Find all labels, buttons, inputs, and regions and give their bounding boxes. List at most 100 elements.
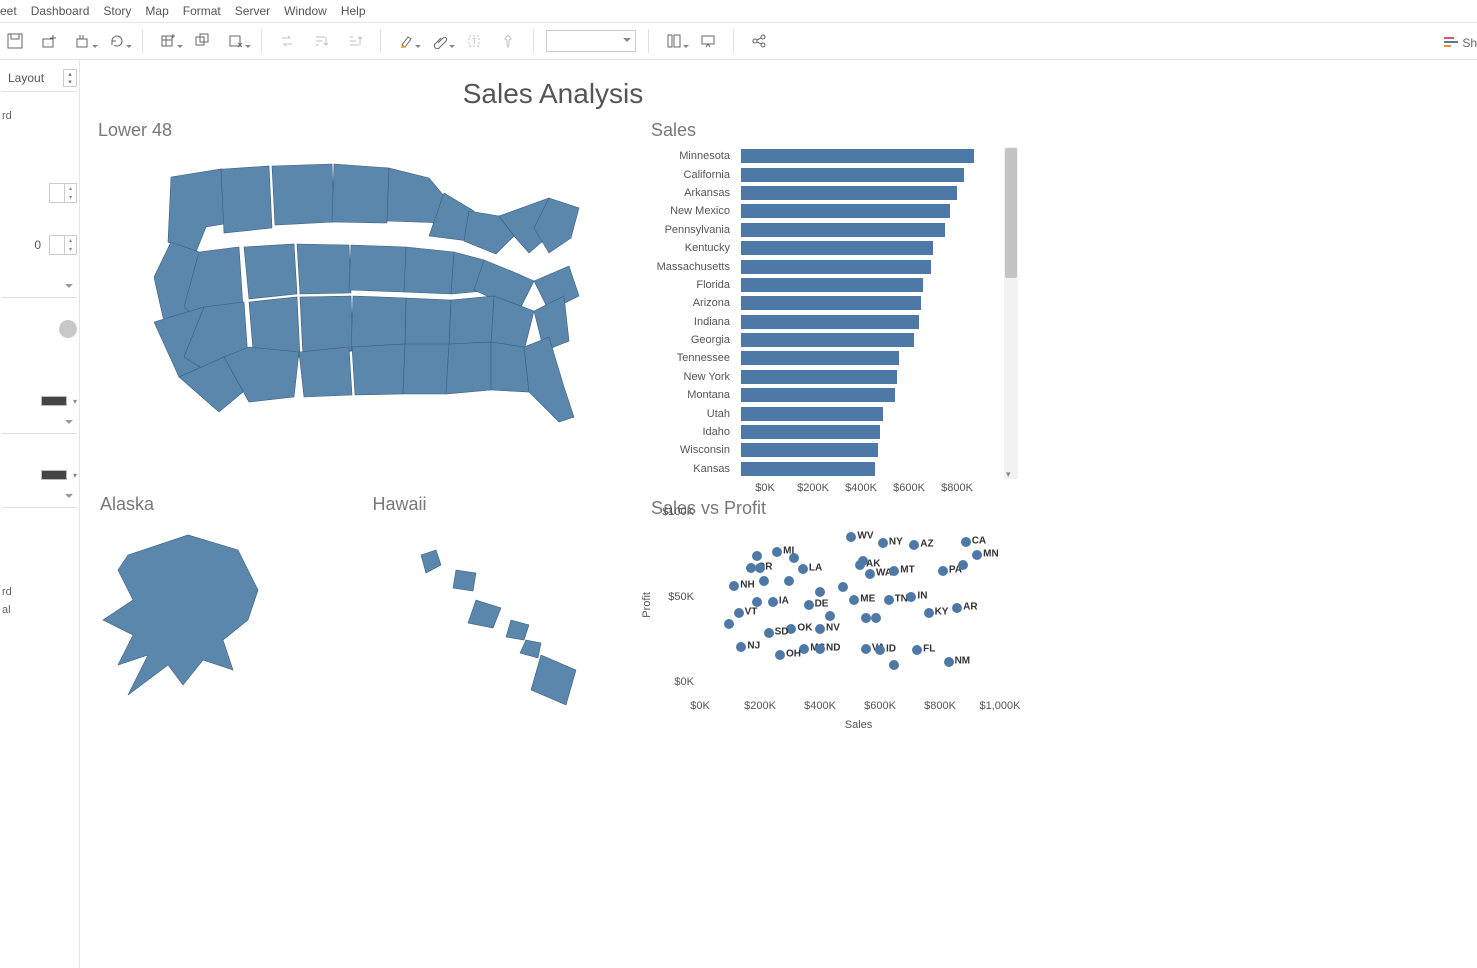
presentation-icon[interactable]: [695, 28, 721, 54]
bar-row[interactable]: Idaho: [741, 423, 1000, 441]
bar[interactable]: [741, 370, 897, 384]
scatter-point[interactable]: [815, 587, 825, 597]
alaska-hawaii-sheet[interactable]: Alaska Hawaii: [88, 494, 633, 754]
new-worksheet-icon[interactable]: [155, 28, 181, 54]
scatter-point[interactable]: [815, 644, 825, 654]
scatter-point[interactable]: [849, 595, 859, 605]
scatter-point[interactable]: [861, 613, 871, 623]
tab-layout[interactable]: Layout: [2, 71, 50, 85]
scatter-point[interactable]: [958, 560, 968, 570]
scatter-point[interactable]: [759, 576, 769, 586]
label-icon[interactable]: T: [461, 28, 487, 54]
highlight-icon[interactable]: [393, 28, 419, 54]
num-input-1[interactable]: ▴▾: [49, 183, 77, 203]
clear-icon[interactable]: [223, 28, 249, 54]
lower48-sheet[interactable]: Lower 48: [88, 116, 633, 494]
sort-asc-icon[interactable]: [308, 28, 334, 54]
bar[interactable]: [741, 462, 875, 476]
new-data-icon[interactable]: [36, 28, 62, 54]
bar-row[interactable]: Wisconsin: [741, 441, 1000, 459]
bar[interactable]: [741, 149, 974, 163]
scatter-point[interactable]: [961, 537, 971, 547]
scatter-point[interactable]: [825, 611, 835, 621]
sales-sheet[interactable]: Sales MinnesotaCaliforniaArkansasNew Mex…: [641, 116, 1018, 494]
bar[interactable]: [741, 388, 895, 402]
bar-row[interactable]: Georgia: [741, 331, 1000, 349]
sort-desc-icon[interactable]: [342, 28, 368, 54]
bar-row[interactable]: New Mexico: [741, 202, 1000, 220]
show-me-button[interactable]: Sh: [1444, 36, 1477, 50]
share-icon[interactable]: [746, 28, 772, 54]
bar-row[interactable]: Minnesota: [741, 147, 1000, 165]
scatter-point[interactable]: [838, 582, 848, 592]
color-swatch[interactable]: [59, 320, 77, 338]
bar-row[interactable]: Florida: [741, 276, 1000, 294]
bar[interactable]: [741, 278, 923, 292]
bar[interactable]: [741, 351, 899, 365]
bar-row[interactable]: Tennessee: [741, 349, 1000, 367]
swap-icon[interactable]: [274, 28, 300, 54]
scatter-point[interactable]: [752, 551, 762, 561]
refresh-icon[interactable]: [104, 28, 130, 54]
bar-row[interactable]: Montana: [741, 386, 1000, 404]
dropdown-1[interactable]: [2, 276, 77, 298]
dropdown-2[interactable]: [2, 412, 77, 434]
menu-map[interactable]: Map: [145, 4, 168, 18]
bar[interactable]: [741, 223, 945, 237]
scatter-point[interactable]: [972, 550, 982, 560]
scatter-point[interactable]: [944, 657, 954, 667]
tab-spinner[interactable]: ▴▾: [63, 69, 77, 87]
bar[interactable]: [741, 333, 914, 347]
scatter-point[interactable]: [912, 645, 922, 655]
bar[interactable]: [741, 204, 950, 218]
scatter-point[interactable]: [804, 600, 814, 610]
menu-dashboard[interactable]: Dashboard: [31, 4, 90, 18]
scatter-point[interactable]: [906, 592, 916, 602]
bar-row[interactable]: Kansas: [741, 460, 1000, 478]
bar[interactable]: [741, 186, 957, 200]
bar[interactable]: [741, 443, 878, 457]
num-input-2[interactable]: ▴▾: [49, 235, 77, 255]
scatter-point[interactable]: [861, 644, 871, 654]
bar-row[interactable]: California: [741, 165, 1000, 183]
menu-window[interactable]: Window: [284, 4, 327, 18]
fit-dropdown[interactable]: [546, 30, 636, 52]
duplicate-icon[interactable]: [189, 28, 215, 54]
scrollbar[interactable]: [1004, 147, 1018, 479]
scatter-point[interactable]: [909, 540, 919, 550]
border-swatch-1[interactable]: [41, 396, 67, 406]
pause-data-icon[interactable]: [70, 28, 96, 54]
scatter-point[interactable]: [889, 660, 899, 670]
scatter-point[interactable]: [736, 642, 746, 652]
bar-row[interactable]: New York: [741, 368, 1000, 386]
scatter-point[interactable]: [875, 645, 885, 655]
scatter-point[interactable]: [724, 619, 734, 629]
bar[interactable]: [741, 260, 931, 274]
dropdown-3[interactable]: [2, 486, 77, 508]
scatter-point[interactable]: [752, 597, 762, 607]
save-icon[interactable]: [2, 28, 28, 54]
scatter-point[interactable]: [755, 563, 765, 573]
bar[interactable]: [741, 168, 964, 182]
scatter-point[interactable]: [775, 650, 785, 660]
menu-server[interactable]: Server: [235, 4, 270, 18]
scatter-point[interactable]: [952, 603, 962, 613]
scatter-sheet[interactable]: Sales vs Profit Profit $0K$50K$100K$0K$2…: [641, 494, 1018, 754]
scatter-point[interactable]: [858, 556, 868, 566]
dashboard-canvas[interactable]: Sales Analysis Lower 48: [80, 60, 1477, 968]
scatter-point[interactable]: [938, 566, 948, 576]
scatter-point[interactable]: [846, 532, 856, 542]
menu-worksheet[interactable]: eet: [0, 4, 17, 18]
scatter-point[interactable]: [884, 595, 894, 605]
scatter-point[interactable]: [798, 564, 808, 574]
scatter-point[interactable]: [734, 608, 744, 618]
scatter-point[interactable]: [784, 576, 794, 586]
scatter-point[interactable]: [815, 624, 825, 634]
menu-story[interactable]: Story: [103, 4, 131, 18]
chevron-down-icon[interactable]: ▾: [73, 471, 77, 480]
bar-row[interactable]: Indiana: [741, 313, 1000, 331]
scatter-point[interactable]: [772, 547, 782, 557]
pin-icon[interactable]: [495, 28, 521, 54]
menu-help[interactable]: Help: [341, 4, 366, 18]
scatter-point[interactable]: [878, 538, 888, 548]
